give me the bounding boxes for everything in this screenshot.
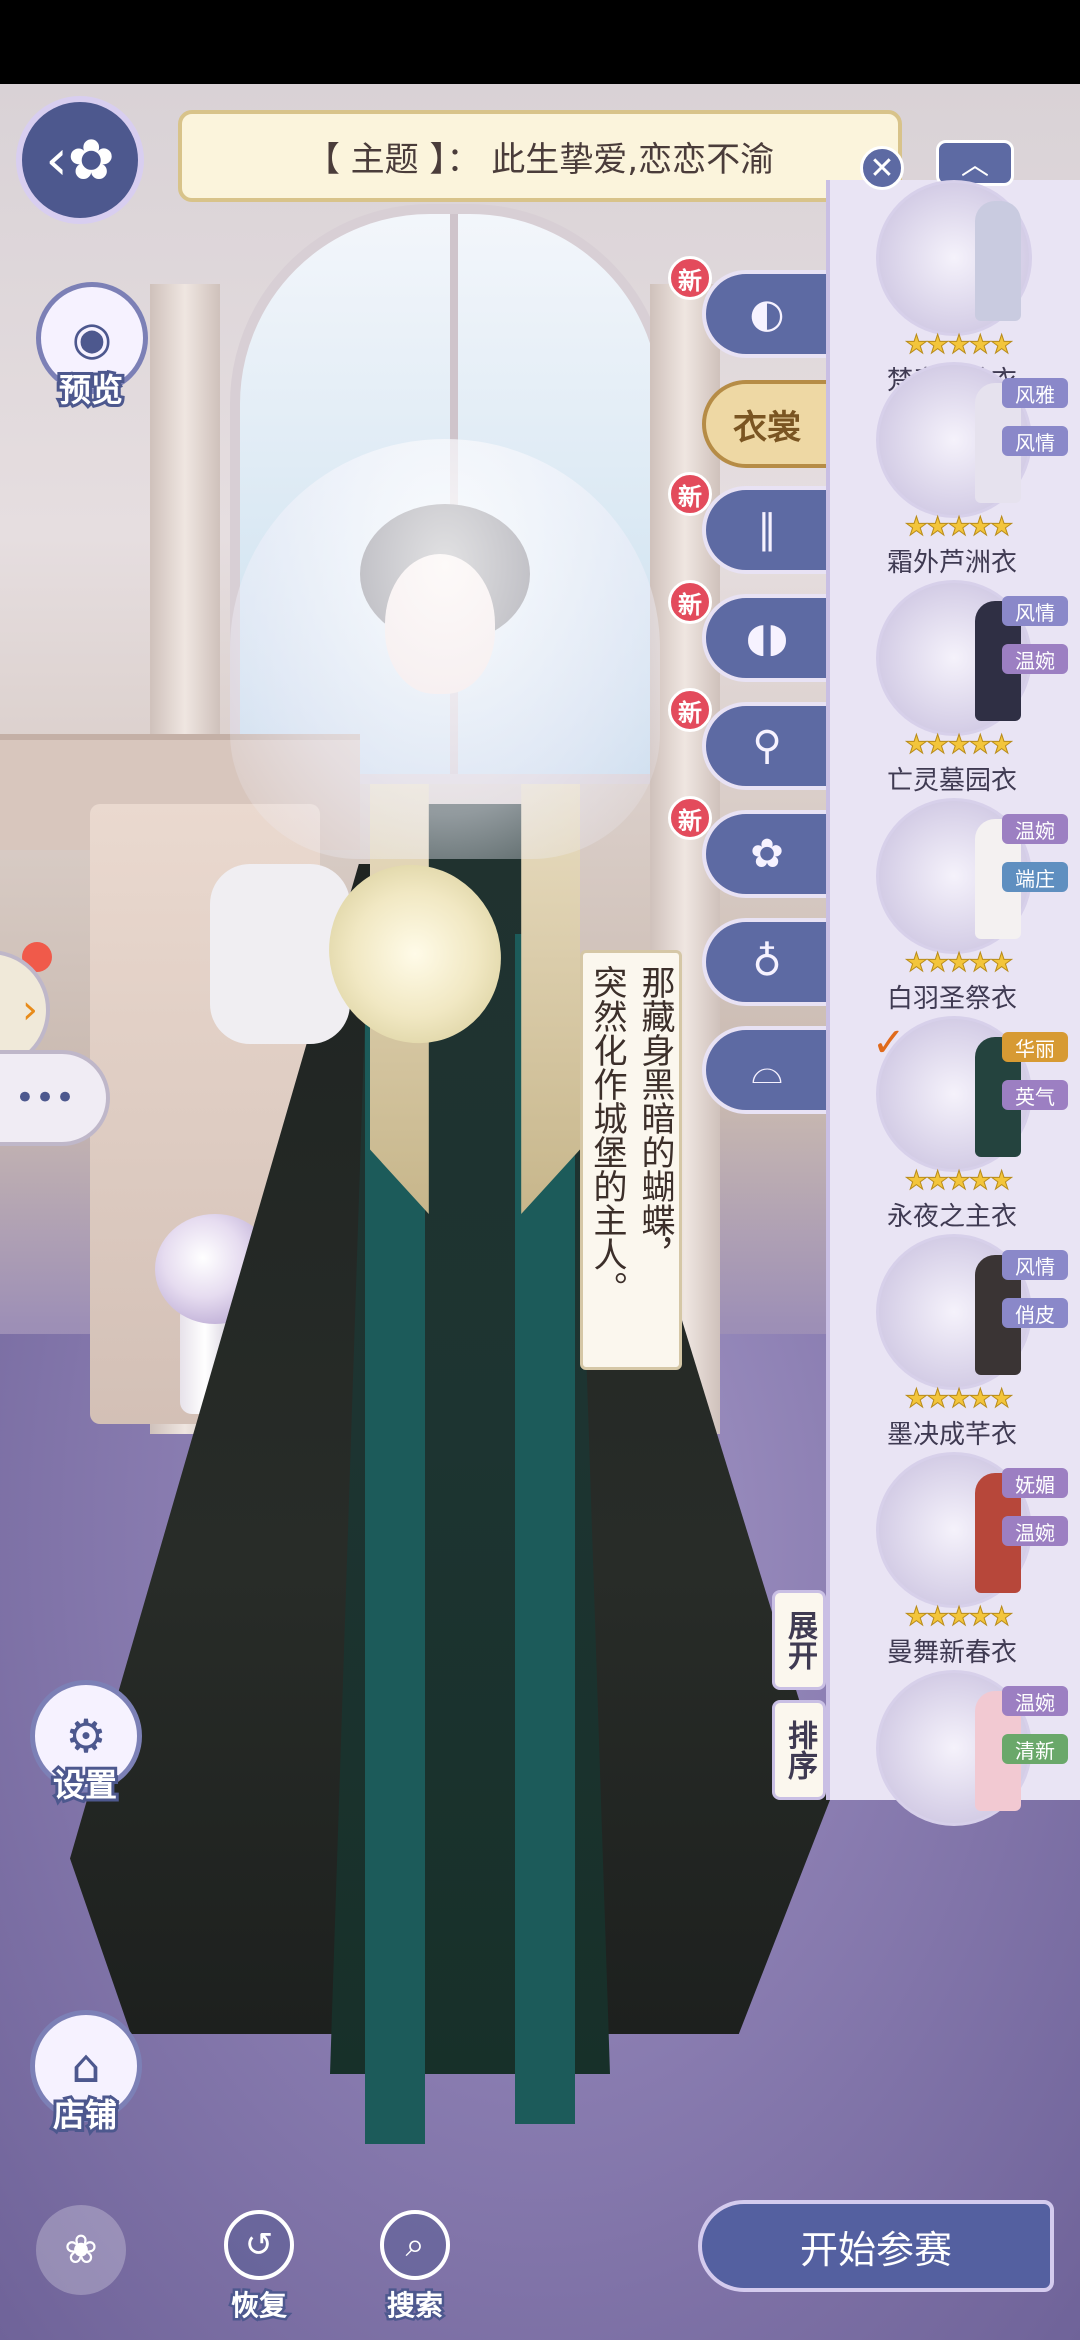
category-earring[interactable]: ⚲ — [702, 702, 832, 790]
item-thumbnail — [876, 180, 1032, 336]
item-tag: 华丽 — [1002, 1032, 1068, 1062]
wardrobe-item[interactable]: 温婉端庄 ★★★★★ 白羽圣祭衣 — [832, 798, 1072, 1014]
chat-button[interactable]: ••• — [0, 1050, 110, 1146]
story-dialog: 那藏身黑暗的蝴蝶， 突然化作城堡的主人。 — [580, 950, 682, 1370]
wardrobe-item[interactable]: 华丽英气 ★★★★★ 永夜之主衣 ✓ — [832, 1016, 1072, 1232]
category-socks[interactable]: ∥ — [702, 486, 832, 574]
butterfly-logo-icon: ❀ — [36, 2205, 126, 2295]
star-rating: ★★★★★ — [904, 730, 1014, 761]
character-veil — [230, 439, 660, 859]
theme-banner: 【 主题 】： 此生挚爱,恋恋不渝 — [178, 110, 902, 202]
start-contest-button[interactable]: 开始参赛 — [698, 2200, 1054, 2292]
new-badge: 新 — [668, 580, 712, 624]
shop-icon: ⌂ — [71, 2039, 101, 2093]
item-tag: 端庄 — [1002, 862, 1068, 892]
category-dress-label: 衣裳 — [733, 407, 801, 448]
item-name: 墨决成芊衣 — [886, 1420, 1017, 1450]
restore-icon: ↺ — [224, 2210, 294, 2280]
category-scarf[interactable]: ♁ — [702, 918, 832, 1006]
item-tag: 风情 — [1002, 1250, 1068, 1280]
shop-label: 店铺 — [50, 2093, 120, 2137]
wardrobe-item[interactable]: 风情俏皮 ★★★★★ 墨决成芊衣 — [832, 1234, 1072, 1450]
item-name: 白羽圣祭衣 — [886, 984, 1017, 1014]
preview-label: 预览 — [56, 368, 126, 412]
back-button[interactable]: ‹✿ — [16, 96, 144, 224]
new-badge: 新 — [668, 472, 712, 516]
item-tag: 风情 — [1002, 426, 1068, 456]
eye-icon: ◉ — [71, 311, 113, 365]
item-tag: 温婉 — [1002, 814, 1068, 844]
wardrobe-item[interactable]: 妩媚温婉 ★★★★★ 曼舞新春衣 — [832, 1452, 1072, 1668]
chat-bubble-icon: ••• — [14, 1078, 76, 1118]
wardrobe-item[interactable]: 温婉 清新 — [832, 1670, 1072, 1886]
hairpin-icon: ✿ — [750, 831, 784, 877]
item-tag: 风情 — [1002, 596, 1068, 626]
category-dress[interactable]: 衣裳 — [702, 380, 832, 468]
restore-button[interactable]: ↺ 恢复 — [214, 2210, 304, 2325]
item-name: 亡灵墓园衣 — [886, 766, 1017, 796]
item-tag: 风雅 — [1002, 378, 1068, 408]
earring-icon: ⚲ — [752, 723, 782, 769]
dialog-line-1: 那藏身黑暗的蝴蝶， — [635, 965, 675, 1271]
star-rating: ★★★★★ — [904, 512, 1014, 543]
category-hairpin[interactable]: ✿ — [702, 810, 832, 898]
item-tag: 妩媚 — [1002, 1468, 1068, 1498]
category-veil[interactable]: ⌓ — [702, 1026, 832, 1114]
item-name: 永夜之主衣 — [886, 1202, 1017, 1232]
star-rating: ★★★★★ — [904, 1166, 1014, 1197]
gear-icon: ⚙ — [65, 1709, 107, 1763]
item-tag: 温婉 — [1002, 644, 1068, 674]
wardrobe-item[interactable]: 风雅风情 ★★★★★ 霜外芦洲衣 — [832, 362, 1072, 578]
search-label: 搜索 — [384, 2287, 445, 2325]
search-button[interactable]: ⌕ 搜索 — [370, 2210, 460, 2325]
dialog-line-2: 突然化作城堡的主人。 — [587, 965, 627, 1305]
search-icon: ⌕ — [380, 2210, 450, 2280]
category-hair[interactable]: ◐ — [702, 270, 832, 358]
item-tag: 英气 — [1002, 1080, 1068, 1110]
shoes-icon: ◖◗ — [745, 615, 789, 661]
item-tag: 温婉 — [1002, 1516, 1068, 1546]
scarf-icon: ♁ — [752, 939, 782, 985]
new-badge: 新 — [668, 688, 712, 732]
chevron-up-icon: ︿ — [960, 148, 989, 181]
item-tag: 俏皮 — [1002, 1298, 1068, 1328]
theme-text: 【 主题 】： 此生挚爱,恋恋不渝 — [305, 139, 775, 180]
chevron-right-icon: › — [22, 987, 38, 1033]
new-badge: 新 — [668, 796, 712, 840]
item-name: 曼舞新春衣 — [886, 1638, 1017, 1668]
outfit-image — [975, 201, 1021, 321]
star-rating: ★★★★★ — [904, 330, 1014, 361]
restore-label: 恢复 — [228, 2287, 289, 2325]
item-name: 霜外芦洲衣 — [886, 548, 1017, 578]
wardrobe-item[interactable]: 风情温婉 ★★★★★ 亡灵墓园衣 — [832, 580, 1072, 796]
veil-icon: ⌓ — [751, 1047, 783, 1093]
start-contest-label: 开始参赛 — [799, 2227, 952, 2272]
selected-check-icon: ✓ — [872, 1020, 906, 1066]
back-butterfly-icon: ‹✿ — [45, 127, 115, 193]
socks-icon: ∥ — [757, 507, 777, 553]
star-rating: ★★★★★ — [904, 1384, 1014, 1415]
expand-label: 展开 — [782, 1610, 817, 1670]
sort-label: 排序 — [782, 1720, 817, 1780]
star-rating: ★★★★★ — [904, 948, 1014, 979]
item-tag: 温婉 — [1002, 1686, 1068, 1716]
settings-label: 设置 — [50, 1763, 120, 1807]
category-shoes[interactable]: ◖◗ — [702, 594, 832, 682]
new-badge: 新 — [668, 256, 712, 300]
expand-button[interactable]: 展开 — [772, 1590, 826, 1690]
sort-button[interactable]: 排序 — [772, 1700, 826, 1800]
item-tag: 清新 — [1002, 1734, 1068, 1764]
hair-icon: ◐ — [749, 291, 785, 337]
star-rating: ★★★★★ — [904, 1602, 1014, 1633]
